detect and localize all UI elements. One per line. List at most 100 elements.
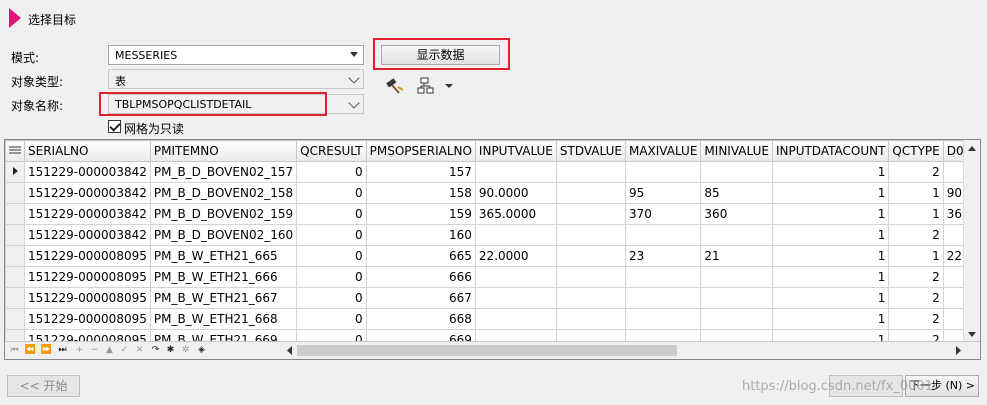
scroll-down-icon[interactable]: [968, 332, 976, 337]
table-cell[interactable]: 157: [365, 161, 476, 183]
table-cell[interactable]: 158: [365, 182, 476, 204]
table-cell[interactable]: 90.0000: [474, 182, 557, 204]
table-cell[interactable]: PM_B_D_BOVEN02_160: [149, 224, 298, 246]
horizontal-scrollbar[interactable]: [285, 343, 963, 358]
table-cell[interactable]: [700, 161, 773, 183]
table-cell[interactable]: PM_B_W_ETH21_666: [149, 266, 298, 288]
table-cell[interactable]: 0: [296, 266, 367, 288]
table-cell[interactable]: [624, 224, 702, 246]
column-header[interactable]: QCTYPE: [888, 140, 944, 162]
table-row[interactable]: 151229-000008095 PM_B_W_ETH21_665 0 665 22.0…: [5, 245, 980, 267]
table-cell[interactable]: 1: [771, 287, 890, 309]
table-cell[interactable]: [624, 287, 702, 309]
table-cell[interactable]: 1: [771, 203, 890, 225]
refresh-icon[interactable]: ↷: [148, 343, 163, 358]
table-cell[interactable]: [700, 224, 773, 246]
table-cell[interactable]: [555, 266, 626, 288]
table-cell[interactable]: PM_B_D_BOVEN02_157: [149, 161, 298, 183]
table-cell[interactable]: 21: [700, 245, 773, 267]
table-cell[interactable]: [474, 308, 557, 330]
row-indicator[interactable]: [5, 203, 25, 225]
table-cell[interactable]: 370: [624, 203, 702, 225]
table-cell[interactable]: [474, 224, 557, 246]
table-cell[interactable]: 665: [365, 245, 476, 267]
table-cell[interactable]: 2: [888, 224, 944, 246]
filter-icon[interactable]: ◈: [194, 343, 209, 358]
table-cell[interactable]: 151229-000003842: [24, 203, 151, 225]
table-row[interactable]: 151229-000003842 PM_B_D_BOVEN02_157 0 157 1 2: [5, 161, 980, 183]
table-cell[interactable]: PM_B_W_ETH21_668: [149, 308, 298, 330]
table-cell[interactable]: 0: [296, 182, 367, 204]
prior-page-icon[interactable]: ⏪: [23, 343, 38, 358]
table-cell[interactable]: [474, 266, 557, 288]
table-row[interactable]: 151229-000003842 PM_B_D_BOVEN02_158 0 158 90…: [5, 182, 980, 204]
table-cell[interactable]: [624, 308, 702, 330]
table-cell[interactable]: 160: [365, 224, 476, 246]
horizontal-scroll-thumb[interactable]: [297, 345, 677, 356]
show-data-button[interactable]: 显示数据: [381, 45, 500, 65]
table-cell[interactable]: [474, 287, 557, 309]
table-cell[interactable]: [555, 161, 626, 183]
current-row-indicator-icon[interactable]: [5, 161, 25, 183]
scroll-right-icon[interactable]: [953, 343, 963, 358]
table-cell[interactable]: 151229-000003842: [24, 182, 151, 204]
table-cell[interactable]: 1: [771, 224, 890, 246]
table-row[interactable]: 151229-000008095 PM_B_W_ETH21_668 0 668 1 2: [5, 308, 980, 330]
column-header[interactable]: PMSOPSERIALNO: [365, 140, 476, 162]
table-cell[interactable]: [474, 161, 557, 183]
table-cell[interactable]: 2: [888, 266, 944, 288]
table-cell[interactable]: [700, 287, 773, 309]
post-icon[interactable]: ✓: [117, 343, 132, 358]
table-row[interactable]: 151229-000008095 PM_B_W_ETH21_666 0 666 1 2: [5, 266, 980, 288]
row-indicator[interactable]: [5, 182, 25, 204]
table-cell[interactable]: 668: [365, 308, 476, 330]
last-record-icon[interactable]: ⏭: [55, 343, 70, 358]
table-row[interactable]: 151229-000008095 PM_B_W_ETH21_667 0 667 1 2: [5, 287, 980, 309]
table-cell[interactable]: 1: [771, 182, 890, 204]
table-row[interactable]: 151229-000003842 PM_B_D_BOVEN02_160 0 160 1 2: [5, 224, 980, 246]
hammer-icon[interactable]: [384, 76, 406, 96]
table-cell[interactable]: 2: [888, 308, 944, 330]
table-cell[interactable]: 0: [296, 287, 367, 309]
table-cell[interactable]: 0: [296, 308, 367, 330]
next-page-icon[interactable]: ⏩: [39, 343, 54, 358]
table-cell[interactable]: [555, 245, 626, 267]
scroll-up-icon[interactable]: [968, 146, 976, 151]
table-cell[interactable]: 0: [296, 161, 367, 183]
table-cell[interactable]: 151229-000008095: [24, 245, 151, 267]
table-cell[interactable]: 22.0000: [474, 245, 557, 267]
delete-icon[interactable]: −: [87, 343, 102, 358]
table-cell[interactable]: 151229-000003842: [24, 224, 151, 246]
row-indicator[interactable]: [5, 308, 25, 330]
table-cell[interactable]: 1: [888, 245, 944, 267]
scroll-left-icon[interactable]: [285, 343, 295, 358]
data-grid[interactable]: SERIALNO PMITEMNO QCRESULT PMSOPSERIALNO…: [4, 139, 981, 360]
first-record-icon[interactable]: ⏮: [7, 343, 22, 358]
object-type-select[interactable]: 表: [108, 69, 364, 89]
bookmark-icon[interactable]: ✱: [163, 343, 178, 358]
table-cell[interactable]: [555, 203, 626, 225]
table-cell[interactable]: [555, 224, 626, 246]
column-header[interactable]: MINIVALUE: [700, 140, 773, 162]
structure-menu-button[interactable]: [416, 76, 456, 96]
table-cell[interactable]: 1: [771, 161, 890, 183]
table-cell[interactable]: 151229-000003842: [24, 161, 151, 183]
grid-menu-icon[interactable]: [5, 140, 25, 162]
table-cell[interactable]: [555, 308, 626, 330]
table-cell[interactable]: PM_B_D_BOVEN02_158: [149, 182, 298, 204]
table-cell[interactable]: PM_B_W_ETH21_667: [149, 287, 298, 309]
column-header[interactable]: STDVALUE: [555, 140, 626, 162]
table-cell[interactable]: 667: [365, 287, 476, 309]
table-cell[interactable]: 159: [365, 203, 476, 225]
table-cell[interactable]: 151229-000008095: [24, 266, 151, 288]
table-cell[interactable]: 2: [888, 287, 944, 309]
table-cell[interactable]: 151229-000008095: [24, 308, 151, 330]
column-header[interactable]: PMITEMNO: [149, 140, 298, 162]
mode-select[interactable]: MESSERIES: [108, 45, 364, 65]
row-indicator[interactable]: [5, 224, 25, 246]
row-indicator[interactable]: [5, 287, 25, 309]
table-cell[interactable]: 0: [296, 224, 367, 246]
table-cell[interactable]: [555, 287, 626, 309]
column-header[interactable]: SERIALNO: [24, 140, 151, 162]
table-cell[interactable]: 85: [700, 182, 773, 204]
